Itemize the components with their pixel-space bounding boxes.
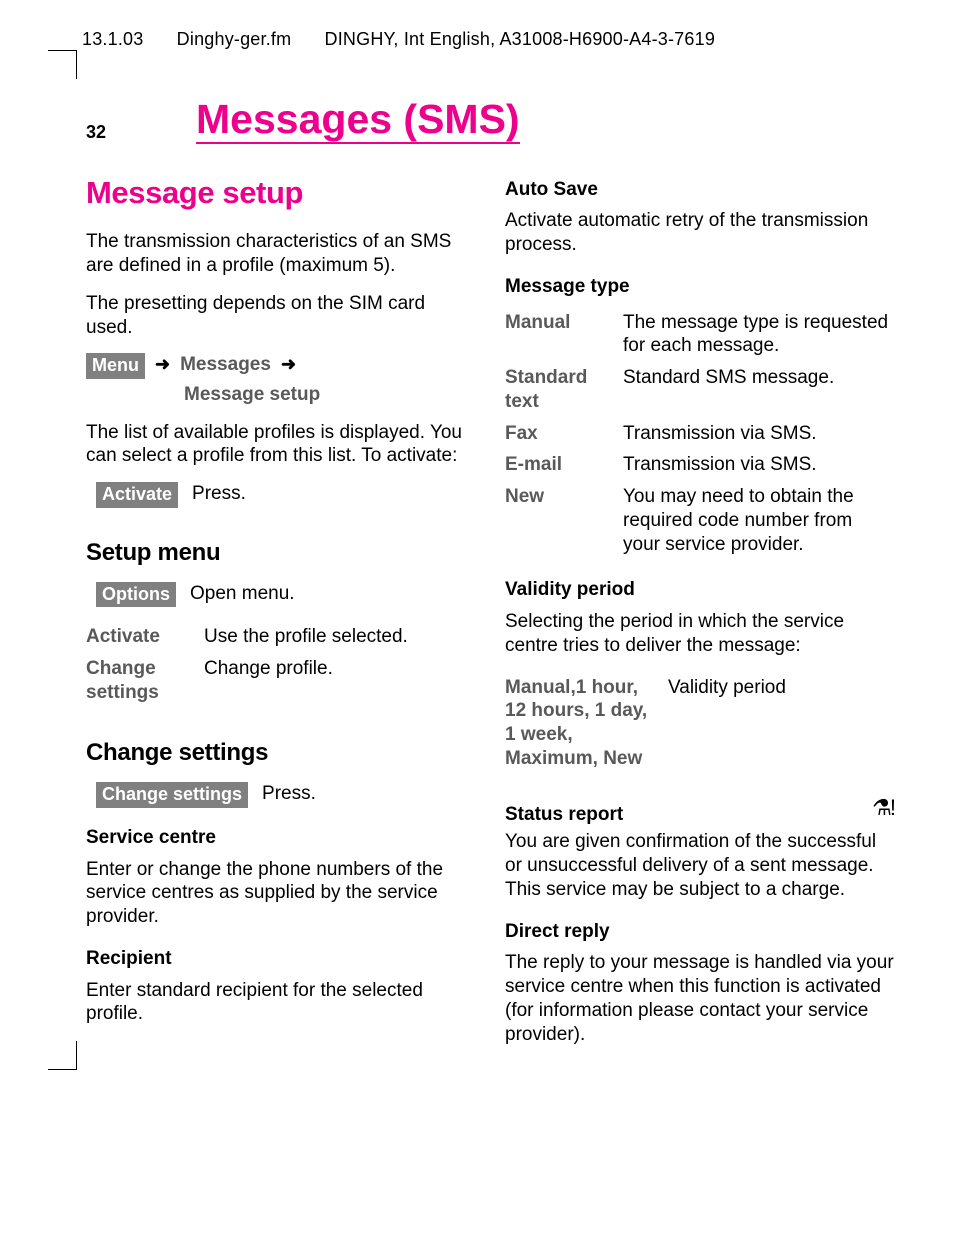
subheading-setup-menu: Setup menu — [86, 538, 475, 568]
instruction-text: Press. — [192, 482, 475, 506]
menu-navigation: Menu ➜ Messages ➜ — [86, 353, 475, 379]
paragraph: Enter standard recipient for the selecte… — [86, 979, 475, 1027]
instruction-text: Press. — [262, 782, 475, 806]
header-date: 13.1.03 — [82, 29, 143, 49]
arrow-icon: ➜ — [281, 353, 296, 376]
desc: Change profile. — [204, 653, 475, 709]
paragraph: Selecting the period in which the servic… — [505, 610, 894, 658]
section-heading-message-setup: Message setup — [86, 174, 475, 213]
softkey-change-settings: Change settings — [96, 782, 248, 808]
paragraph: The reply to your message is handled via… — [505, 951, 894, 1046]
table-row: Standard text Standard SMS message. — [505, 362, 894, 418]
crop-mark-top-left — [48, 50, 77, 79]
setup-menu-table: Activate Use the profile selected. Chang… — [86, 621, 475, 708]
sim-feature-icon: ⚗! — [872, 794, 894, 822]
subheading-direct-reply: Direct reply — [505, 920, 894, 944]
subheading-status-report: Status report — [505, 803, 623, 827]
arrow-icon: ➜ — [155, 353, 170, 376]
softkey-activate: Activate — [96, 482, 178, 508]
subheading-service-centre: Service centre — [86, 826, 475, 850]
chapter-title: Messages (SMS) — [196, 99, 520, 144]
page-number: 32 — [86, 121, 106, 144]
instruction-text: Open menu. — [190, 582, 475, 606]
desc: The message type is requested for each m… — [623, 307, 894, 363]
term: Manual,1 hour, 12 hours, 1 day, 1 week, … — [505, 672, 668, 775]
paragraph: You are given confirmation of the succes… — [505, 830, 894, 901]
softkey-menu: Menu — [86, 353, 145, 379]
crop-mark-bottom-left — [48, 1041, 77, 1070]
term: E-mail — [505, 449, 623, 481]
nav-item-messages: Messages — [180, 353, 271, 377]
table-row: Manual,1 hour, 12 hours, 1 day, 1 week, … — [505, 672, 894, 775]
table-row: Change settings Change profile. — [86, 653, 475, 709]
term: Fax — [505, 418, 623, 450]
desc: You may need to obtain the required code… — [623, 481, 894, 560]
paragraph: Activate automatic retry of the transmis… — [505, 209, 894, 257]
table-row: New You may need to obtain the required … — [505, 481, 894, 560]
paragraph: The list of available profiles is displa… — [86, 421, 475, 469]
paragraph: Enter or change the phone numbers of the… — [86, 858, 475, 929]
table-row: Activate Use the profile selected. — [86, 621, 475, 653]
paragraph: The transmission characteristics of an S… — [86, 230, 475, 278]
term: Change settings — [86, 653, 204, 709]
subheading-message-type: Message type — [505, 275, 894, 299]
subheading-change-settings: Change settings — [86, 738, 475, 768]
table-row: E-mail Transmission via SMS. — [505, 449, 894, 481]
term: Manual — [505, 307, 623, 363]
term: Activate — [86, 621, 204, 653]
term: Standard text — [505, 362, 623, 418]
desc: Standard SMS message. — [623, 362, 894, 418]
desc: Transmission via SMS. — [623, 418, 894, 450]
header-file: Dinghy-ger.fm — [177, 29, 292, 49]
desc: Transmission via SMS. — [623, 449, 894, 481]
subheading-validity-period: Validity period — [505, 578, 894, 602]
nav-item-message-setup: Message setup — [184, 383, 320, 407]
running-header: 13.1.03 Dinghy-ger.fm DINGHY, Int Englis… — [82, 28, 894, 51]
table-row: Fax Transmission via SMS. — [505, 418, 894, 450]
table-row: Manual The message type is requested for… — [505, 307, 894, 363]
subheading-auto-save: Auto Save — [505, 178, 894, 202]
subheading-recipient: Recipient — [86, 947, 475, 971]
term: New — [505, 481, 623, 560]
validity-period-table: Manual,1 hour, 12 hours, 1 day, 1 week, … — [505, 672, 894, 775]
softkey-options: Options — [96, 582, 176, 608]
header-doc: DINGHY, Int English, A31008-H6900-A4-3-7… — [325, 29, 716, 49]
paragraph: The presetting depends on the SIM card u… — [86, 292, 475, 340]
message-type-table: Manual The message type is requested for… — [505, 307, 894, 561]
desc: Validity period — [668, 672, 894, 775]
desc: Use the profile selected. — [204, 621, 475, 653]
